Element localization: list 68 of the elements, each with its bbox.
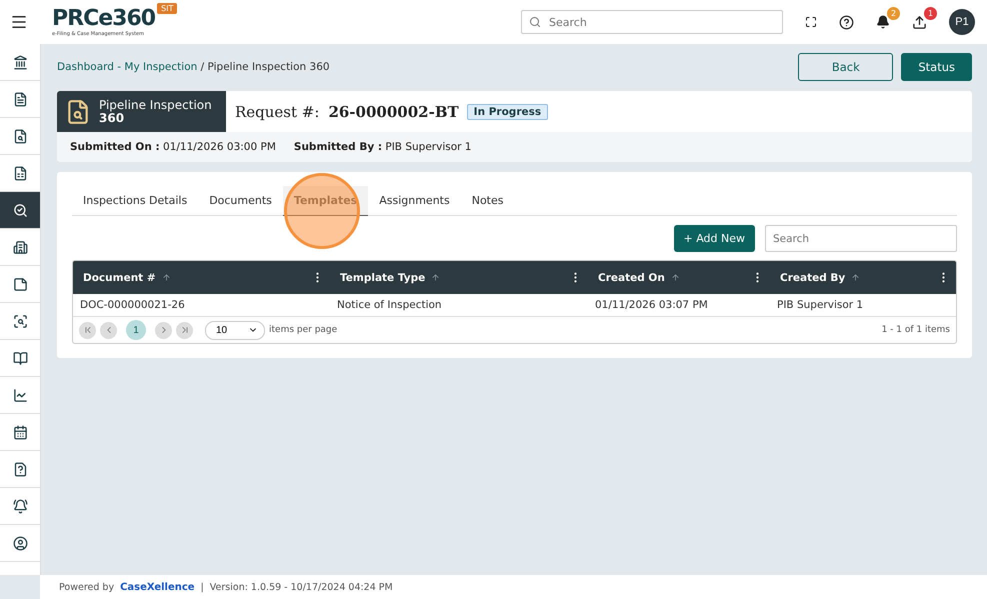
notifications-button[interactable]: [876, 15, 890, 29]
module-subtitle: 360: [99, 112, 124, 124]
chart-icon: [12, 388, 28, 402]
fullscreen-button[interactable]: [805, 16, 817, 28]
breadcrumb: Dashboard - My Inspection / Pipeline Inspection 360: [57, 61, 330, 73]
tab[interactable]: Notes: [460, 186, 514, 216]
search-check-icon: [12, 202, 28, 218]
building-icon: [12, 240, 28, 254]
first-page-icon: [82, 325, 92, 335]
logo-wordmark: PRCe360: [52, 7, 156, 31]
upload-count: 1: [924, 6, 937, 20]
submitted-by: Submitted By : PIB Supervisor 1: [294, 141, 472, 153]
help-button[interactable]: [839, 14, 854, 30]
module-title: Pipeline Inspection: [99, 98, 212, 112]
search-icon: [529, 16, 541, 28]
submitted-on: Submitted On : 01/11/2026 03:00 PM: [70, 141, 276, 153]
powered-by-text: Powered by: [59, 582, 114, 592]
tab[interactable]: Assignments: [368, 186, 461, 216]
upload-button[interactable]: [912, 14, 927, 30]
scan-icon: [12, 314, 28, 328]
status-badge: In Progress: [466, 104, 548, 120]
document-icon: [12, 92, 28, 106]
page-size-dropdown[interactable]: 10: [205, 320, 265, 340]
environment-badge: SIT: [157, 3, 178, 14]
document-search-icon: [12, 128, 28, 144]
alarm-bell-icon: [12, 498, 28, 514]
table-cell: 01/11/2026 03:07 PM: [588, 294, 770, 317]
tab[interactable]: Documents: [198, 186, 283, 216]
status-button[interactable]: Status: [901, 53, 972, 81]
breadcrumb-link[interactable]: Dashboard - My Inspection: [57, 61, 198, 73]
table-cell: DOC-000000021-26: [73, 294, 330, 317]
sort-icon[interactable]: [162, 273, 171, 282]
request-number: 26-0000002-BT: [328, 102, 459, 120]
column-header[interactable]: Document #: [73, 261, 330, 294]
user-avatar[interactable]: P1: [949, 9, 975, 35]
request-label: Request #:: [235, 102, 320, 120]
note-icon: [12, 276, 28, 292]
book-icon: [12, 350, 28, 366]
first-page-button[interactable]: [79, 322, 96, 338]
search-field[interactable]: Search: [521, 10, 783, 34]
grid-search-field[interactable]: Search: [765, 225, 957, 252]
table-cell: PIB Supervisor 1: [770, 294, 956, 317]
table-cell: Notice of Inspection: [330, 294, 588, 317]
version-text: Version: 1.0.59 - 10/17/2024 04:24 PM: [210, 582, 393, 592]
column-header[interactable]: Template Type: [330, 261, 588, 294]
add-new-button[interactable]: + Add New: [674, 225, 755, 252]
page-size-label: items per page: [269, 325, 338, 335]
brand-logo: CaseXellence: [120, 582, 195, 592]
sort-icon[interactable]: [670, 273, 680, 282]
menu-icon[interactable]: [10, 13, 28, 31]
separator: |: [200, 582, 204, 592]
last-page-button[interactable]: [176, 322, 193, 338]
sort-icon[interactable]: [851, 273, 860, 282]
tab[interactable]: Inspections Details: [72, 186, 198, 216]
last-page-icon: [180, 325, 190, 335]
calendar-icon: [12, 424, 28, 440]
back-button[interactable]: Back: [798, 53, 894, 81]
sort-icon[interactable]: [431, 273, 440, 282]
column-header[interactable]: Created On: [588, 261, 770, 294]
notification-count: 2: [887, 7, 900, 20]
sidebar-item[interactable]: [0, 192, 40, 229]
page-number[interactable]: 1: [126, 320, 146, 340]
column-header[interactable]: Created By: [770, 261, 956, 294]
help-document-icon: [12, 462, 28, 476]
bank-icon: [12, 54, 28, 70]
user-icon: [12, 536, 28, 550]
spreadsheet-icon: [12, 166, 28, 180]
pager-summary: 1 - 1 of 1 items: [882, 325, 950, 335]
